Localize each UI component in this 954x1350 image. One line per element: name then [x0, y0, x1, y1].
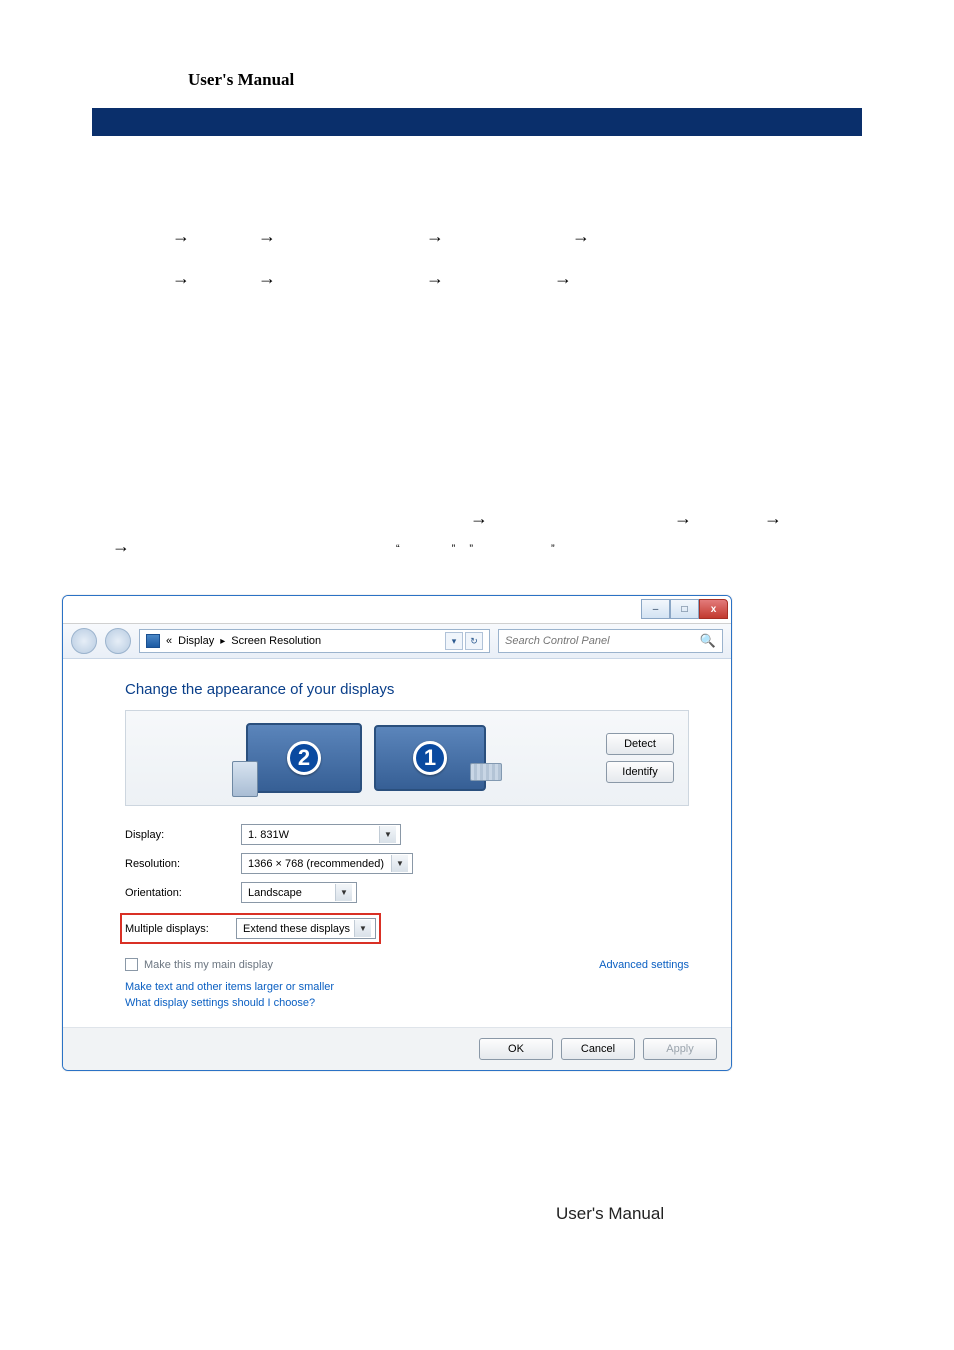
arrow-icon: → [572, 222, 590, 250]
multiple-displays-label: Multiple displays: [125, 923, 228, 935]
orientation-select[interactable]: Landscape ▼ [241, 882, 357, 903]
text-size-link[interactable]: Make text and other items larger or smal… [125, 981, 689, 993]
search-icon: 🔍 [700, 633, 716, 649]
chevron-down-icon: ▼ [335, 884, 352, 901]
monitor-1[interactable]: 1 [374, 725, 486, 791]
search-input[interactable] [505, 635, 685, 647]
arrow-icon: → [112, 536, 130, 557]
chevron-down-icon: ▼ [391, 855, 408, 872]
arrow-icon: → [674, 504, 692, 532]
chevron-down-icon: ▼ [354, 920, 371, 937]
display-value: 1. 831W [248, 829, 289, 841]
window-titlebar [63, 596, 731, 624]
nav-toolbar: « Display ▸ Screen Resolution ▾ ↻ [63, 624, 731, 659]
arrow-icon: → [764, 504, 782, 532]
maximize-button[interactable] [670, 599, 699, 619]
cancel-button[interactable]: Cancel [561, 1038, 635, 1060]
ok-button[interactable]: OK [479, 1038, 553, 1060]
close-quote-2: ” [469, 543, 473, 555]
chevron-right-icon: ▸ [220, 636, 225, 647]
minimize-button[interactable] [641, 599, 670, 619]
help-link[interactable]: What display settings should I choose? [125, 997, 689, 1009]
crumb-prefix: « [166, 635, 172, 647]
orientation-label: Orientation: [125, 887, 233, 899]
advanced-settings-link[interactable]: Advanced settings [599, 959, 689, 971]
resolution-value: 1366 × 768 (recommended) [248, 858, 384, 870]
path-line-1: → → → → [112, 222, 862, 250]
dialog-heading: Change the appearance of your displays [125, 681, 689, 698]
path-line-3: → → → [112, 504, 862, 532]
tower-icon [232, 761, 258, 797]
detect-button[interactable]: Detect [606, 733, 674, 755]
keyboard-icon [470, 763, 502, 781]
crumb-display: Display [178, 635, 214, 647]
arrow-icon: → [258, 264, 276, 292]
open-quote-1: “ [396, 543, 400, 555]
display-arrangement-area[interactable]: 2 1 Detect Identify [125, 710, 689, 806]
footer-text: User's Manual [556, 1204, 664, 1224]
apply-button[interactable]: Apply [643, 1038, 717, 1060]
main-display-label: Make this my main display [144, 959, 273, 971]
forward-button[interactable] [105, 628, 131, 654]
crumb-screenres: Screen Resolution [231, 635, 321, 647]
arrow-icon: → [554, 264, 572, 292]
multiple-displays-select[interactable]: Extend these displays ▼ [236, 918, 376, 939]
path-line-2: → → → → [112, 264, 862, 292]
path-line-4: → “ ” ” ” [112, 536, 862, 557]
page-header-title: User's Manual [188, 70, 862, 90]
close-quote-1: ” [452, 543, 456, 555]
identify-button[interactable]: Identify [606, 761, 674, 783]
main-display-checkbox[interactable] [125, 958, 138, 971]
arrow-icon: → [258, 222, 276, 250]
arrow-icon: → [470, 504, 488, 532]
breadcrumb-bar[interactable]: « Display ▸ Screen Resolution ▾ ↻ [139, 629, 490, 653]
close-quote-3: ” [551, 543, 555, 555]
arrow-icon: → [172, 222, 190, 250]
resolution-select[interactable]: 1366 × 768 (recommended) ▼ [241, 853, 413, 874]
resolution-label: Resolution: [125, 858, 233, 870]
display-select[interactable]: 1. 831W ▼ [241, 824, 401, 845]
orientation-value: Landscape [248, 887, 302, 899]
arrow-icon: → [426, 264, 444, 292]
monitor-badge-2: 2 [287, 741, 321, 775]
arrow-icon: → [172, 264, 190, 292]
close-button[interactable] [699, 599, 728, 619]
monitor-2[interactable]: 2 [246, 723, 362, 793]
control-panel-icon [146, 634, 160, 648]
refresh-button[interactable]: ↻ [465, 632, 483, 650]
search-box[interactable]: 🔍 [498, 629, 723, 653]
display-label: Display: [125, 829, 233, 841]
arrow-icon: → [426, 222, 444, 250]
header-blue-bar [92, 108, 862, 136]
chevron-down-icon: ▼ [379, 826, 396, 843]
monitor-badge-1: 1 [413, 741, 447, 775]
multiple-displays-value: Extend these displays [243, 923, 350, 935]
dialog-button-row: OK Cancel Apply [63, 1027, 731, 1070]
refresh-icon: ↻ [470, 636, 478, 647]
breadcrumb-dropdown[interactable]: ▾ [445, 632, 463, 650]
back-button[interactable] [71, 628, 97, 654]
screen-resolution-window: « Display ▸ Screen Resolution ▾ ↻ [62, 595, 732, 1071]
